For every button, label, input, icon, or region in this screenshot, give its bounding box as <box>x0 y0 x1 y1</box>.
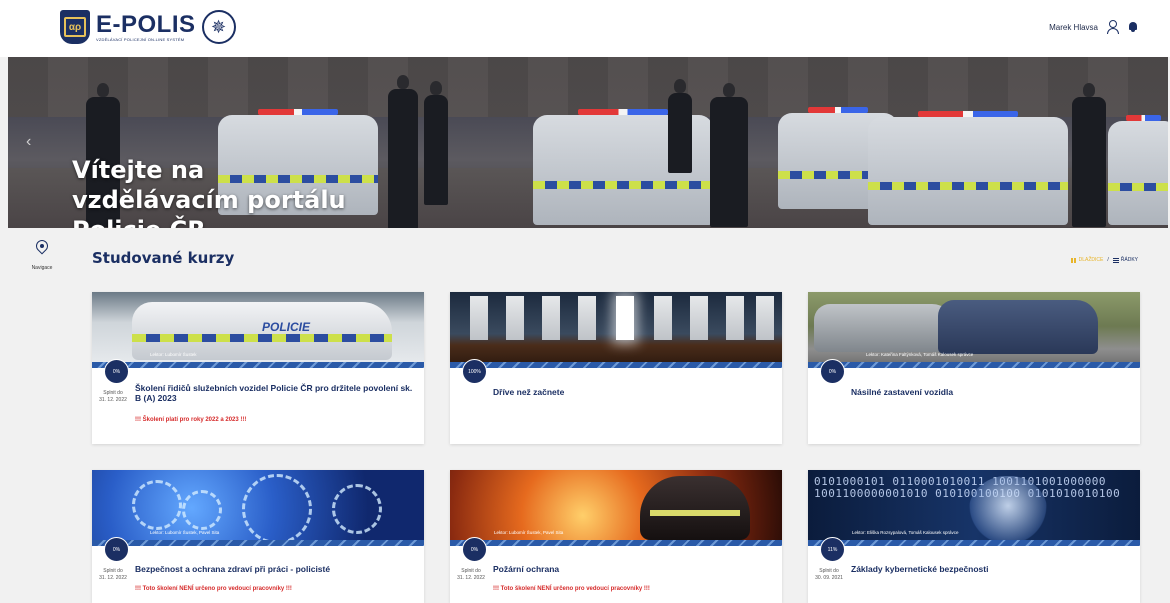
top-header: αρ E-POLIS VZDĚLÁVACÍ POLICEJNÍ ON-LINE … <box>0 0 1170 57</box>
course-card[interactable]: Lektor: Lubomír Šustek, Pavel Sita 0% Sp… <box>450 470 782 603</box>
view-toggle: DLAŽDICE / ŘÁDKY <box>1070 257 1138 263</box>
location-pin-icon <box>33 237 51 258</box>
epolis-logo[interactable]: αρ E-POLIS VZDĚLÁVACÍ POLICEJNÍ ON-LINE … <box>60 10 236 44</box>
course-card[interactable]: POLICIE Lektor: Lubomír Šustek 0% Splnit… <box>92 292 424 444</box>
police-officer <box>1072 83 1106 227</box>
view-separator: / <box>1107 257 1109 263</box>
progress-badge: 11% <box>820 537 845 562</box>
navigation-label: Navigace <box>31 265 53 271</box>
course-title[interactable]: Požární ochrana <box>493 564 773 574</box>
course-image <box>450 292 782 368</box>
police-officer <box>668 79 692 173</box>
course-title[interactable]: Bezpečnost a ochrana zdraví při práci - … <box>135 564 415 574</box>
police-car <box>1108 115 1168 225</box>
progress-badge: 0% <box>104 359 129 384</box>
course-image: POLICIE Lektor: Lubomír Šustek <box>92 292 424 368</box>
due-date: Splnit do 30. 09. 2021 <box>815 568 843 581</box>
hero-banner: ‹ Vítejte na vzdělávacím portálu Policie… <box>8 57 1168 228</box>
police-officer <box>424 81 448 205</box>
view-tiles-option[interactable]: DLAŽDICE <box>1070 257 1103 263</box>
police-officer <box>388 75 418 228</box>
progress-badge: 0% <box>820 359 845 384</box>
due-date: Splnit do 31. 12. 2022 <box>99 568 127 581</box>
course-lektor: Lektor: Lubomír Šustek, Pavel Sita <box>150 530 220 535</box>
course-title[interactable]: Násilné zastavení vozidla <box>851 387 1131 397</box>
progress-badge: 100% <box>462 359 487 384</box>
user-name[interactable]: Marek Hlavsa <box>1049 23 1098 32</box>
due-date: Splnit do 31. 12. 2022 <box>457 568 485 581</box>
course-image: Lektor: Lubomír Šustek, Pavel Sita <box>450 470 782 546</box>
course-title[interactable]: Dříve než začnete <box>493 387 773 397</box>
course-note: !!! Školení platí pro roky 2022 a 2023 !… <box>135 417 247 423</box>
course-title[interactable]: Základy kybernetické bezpečnosti <box>851 564 1131 574</box>
carousel-prev-icon[interactable]: ‹ <box>26 133 31 151</box>
course-image: Lektor: Kateřina Faltýnková, Tomáš Kalou… <box>808 292 1140 368</box>
progress-badge: 0% <box>104 537 129 562</box>
navigation-toggle[interactable]: Navigace <box>22 237 62 271</box>
hero-title: Vítejte na vzdělávacím portálu Policie Č… <box>72 156 346 228</box>
course-note: !!! Toto školení NENÍ určeno pro vedoucí… <box>493 586 650 592</box>
course-card[interactable]: Lektor: Lubomír Šustek, Pavel Sita 0% Sp… <box>92 470 424 603</box>
course-card[interactable]: Lektor: Kateřina Faltýnková, Tomáš Kalou… <box>808 292 1140 444</box>
view-rows-option[interactable]: ŘÁDKY <box>1112 257 1138 263</box>
course-lektor: Lektor: Eliška Rozsypalová, Tomáš Kalous… <box>852 530 959 535</box>
logo-subtitle: VZDĚLÁVACÍ POLICEJNÍ ON-LINE SYSTÉM <box>96 36 185 42</box>
tiles-icon <box>1070 257 1077 263</box>
course-image-text: POLICIE <box>262 320 311 334</box>
course-image: Lektor: Lubomír Šustek, Pavel Sita <box>92 470 424 546</box>
police-seal-icon: ✵ <box>201 10 236 44</box>
rows-icon <box>1112 257 1119 263</box>
police-shield-icon: αρ <box>60 10 90 44</box>
course-card[interactable]: 100% Dříve než začnete <box>450 292 782 444</box>
user-icon[interactable] <box>1106 20 1120 34</box>
logo-title: E-POLIS <box>96 10 196 38</box>
section-title: Studované kurzy <box>92 249 235 267</box>
bell-icon[interactable] <box>1128 21 1138 33</box>
course-lektor: Lektor: Lubomír Šustek, Pavel Sita <box>494 530 564 535</box>
course-title[interactable]: Školení řidičů služebních vozidel Polici… <box>135 383 415 403</box>
course-lektor: Lektor: Kateřina Faltýnková, Tomáš Kalou… <box>866 352 974 357</box>
progress-badge: 0% <box>462 537 487 562</box>
police-officer <box>710 83 748 227</box>
course-card[interactable]: 0101000101 0110001010011 100110100100000… <box>808 470 1140 603</box>
course-image: 0101000101 0110001010011 100110100100000… <box>808 470 1140 546</box>
course-note: !!! Toto školení NENÍ určeno pro vedoucí… <box>135 586 292 592</box>
due-date: Splnit do 31. 12. 2022 <box>99 390 127 403</box>
course-lektor: Lektor: Lubomír Šustek <box>150 352 197 357</box>
user-area: Marek Hlavsa <box>1049 20 1138 34</box>
police-car <box>868 111 1068 225</box>
